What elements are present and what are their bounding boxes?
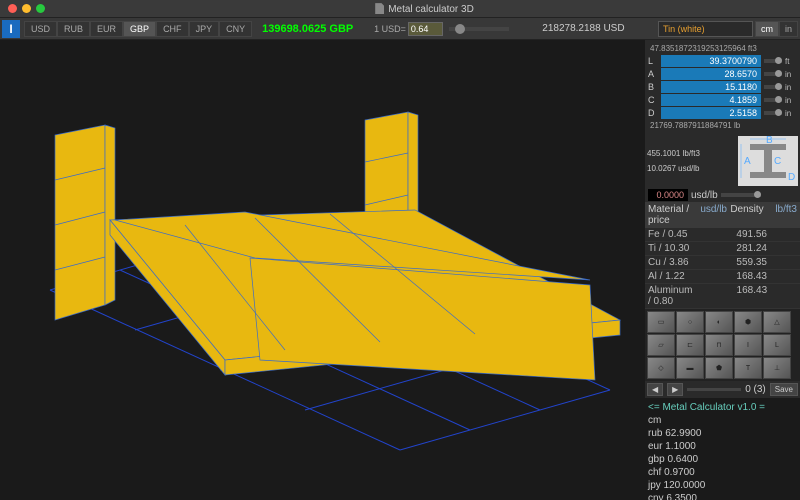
volume-display: 47.8351872319253125964 ft3 (648, 43, 797, 54)
log-rate-line: gbp 0.6400 (648, 453, 797, 466)
currency-tab-usd[interactable]: USD (24, 21, 57, 37)
rate-slider[interactable] (449, 27, 509, 31)
currency-tab-cny[interactable]: CNY (219, 21, 252, 37)
unit-tabs: cmin (755, 21, 798, 37)
window-title: Metal calculator 3D (57, 3, 792, 15)
dim-unit: in (785, 70, 797, 79)
shape-button-10[interactable]: ◇ (647, 357, 675, 379)
minimize-icon[interactable] (22, 4, 31, 13)
rate-input[interactable] (408, 22, 443, 36)
shape-button-4[interactable]: △ (763, 311, 791, 333)
svg-text:D: D (788, 172, 795, 183)
material-row[interactable]: Cu / 3.86559.35 (645, 256, 800, 270)
viewport-3d[interactable] (0, 40, 645, 500)
log-rate-line: chf 0.9700 (648, 466, 797, 479)
shape-button-7[interactable]: ⊓ (705, 334, 733, 356)
unit-tab-cm[interactable]: cm (755, 21, 779, 37)
material-row[interactable]: Al / 1.22168.43 (645, 270, 800, 284)
log-rate-line: eur 1.1000 (648, 440, 797, 453)
cost-input[interactable]: 0.0000 (648, 189, 688, 201)
dim-row-b: B15.1180 in (648, 81, 797, 93)
shape-button-3[interactable]: ⬢ (734, 311, 762, 333)
unit-tab-in[interactable]: in (779, 21, 798, 37)
prev-button[interactable]: ◀ (647, 383, 663, 396)
material-table[interactable]: Fe / 0.45491.56Ti / 10.30281.24Cu / 3.86… (645, 228, 800, 309)
dim-row-d: D2.5158 in (648, 107, 797, 119)
dim-label: C (648, 95, 658, 105)
shape-button-12[interactable]: ⬟ (705, 357, 733, 379)
shape-button-1[interactable]: ○ (676, 311, 704, 333)
material-select[interactable]: Tin (white) (658, 21, 753, 37)
close-icon[interactable] (8, 4, 17, 13)
zoom-icon[interactable] (36, 4, 45, 13)
currency-tab-rub[interactable]: RUB (57, 21, 90, 37)
dim-row-a: A28.6570 in (648, 68, 797, 80)
log-rate-line: jpy 120.0000 (648, 479, 797, 492)
count-badge: 0 (3) (745, 384, 766, 395)
shape-palette: ▭○◐⬢△ ▱⊏⊓IL ◇▬⬟T⊥ (645, 309, 800, 381)
toolbar: I USDRUBEURGBPCHFJPYCNY 139698.0625 GBP … (0, 18, 800, 40)
dim-input-d[interactable]: 2.5158 (661, 107, 761, 119)
currency-tab-chf[interactable]: CHF (156, 21, 189, 37)
shape-button-2[interactable]: ◐ (705, 311, 733, 333)
shape-button-8[interactable]: I (734, 334, 762, 356)
document-icon (375, 3, 384, 14)
currency-tab-jpy[interactable]: JPY (189, 21, 220, 37)
app-icon: I (2, 20, 20, 38)
history-slider[interactable] (687, 388, 741, 391)
dim-input-c[interactable]: 4.1859 (661, 94, 761, 106)
currency-tabs: USDRUBEURGBPCHFJPYCNY (24, 21, 252, 37)
shape-button-11[interactable]: ▬ (676, 357, 704, 379)
title-bar: Metal calculator 3D (0, 0, 800, 18)
dim-slider-a[interactable] (764, 72, 782, 76)
dim-slider-l[interactable] (764, 59, 782, 63)
shape-button-5[interactable]: ▱ (647, 334, 675, 356)
dim-label: L (648, 56, 658, 66)
currency-tab-eur[interactable]: EUR (90, 21, 123, 37)
sidebar: 47.8351872319253125964 ft3 L39.3700790ft… (645, 40, 800, 500)
material-table-header: Material / price usd/lb Density lb/ft3 (645, 202, 800, 228)
shape-button-6[interactable]: ⊏ (676, 334, 704, 356)
rate-label: 1 USD= (374, 24, 406, 34)
next-button[interactable]: ▶ (667, 383, 683, 396)
material-row[interactable]: Ti / 10.30281.24 (645, 242, 800, 256)
dim-row-l: L39.3700790 ft (648, 55, 797, 67)
dim-unit: in (785, 96, 797, 105)
dim-label: A (648, 69, 658, 79)
svg-text:B: B (766, 136, 773, 146)
density-display: 455.1001 lb/ft3 (647, 149, 700, 158)
log-panel: <= Metal Calculator v1.0 = cm rub 62.990… (645, 398, 800, 500)
cost-unit: usd/lb (691, 190, 718, 201)
dim-row-c: C4.1859 in (648, 94, 797, 106)
profile-diagram: A B C D (738, 136, 798, 186)
cost-slider[interactable] (721, 193, 761, 197)
unit-price-display: 10.0267 usd/lb (647, 164, 700, 173)
dim-slider-d[interactable] (764, 111, 782, 115)
price-display: 139698.0625 GBP (254, 21, 364, 37)
material-row[interactable]: Fe / 0.45491.56 (645, 228, 800, 242)
dim-slider-b[interactable] (764, 85, 782, 89)
dim-label: D (648, 108, 658, 118)
dim-input-a[interactable]: 28.6570 (661, 68, 761, 80)
shape-button-9[interactable]: L (763, 334, 791, 356)
log-rate-line: cny 6.3500 (648, 492, 797, 500)
svg-text:C: C (774, 156, 781, 167)
shape-button-14[interactable]: ⊥ (763, 357, 791, 379)
save-button[interactable]: Save (770, 383, 798, 396)
material-row[interactable]: Aluminum / 0.80168.43 (645, 284, 800, 309)
shape-button-13[interactable]: T (734, 357, 762, 379)
dim-unit: in (785, 83, 797, 92)
dim-input-l[interactable]: 39.3700790 (661, 55, 761, 67)
dim-input-b[interactable]: 15.1180 (661, 81, 761, 93)
dim-unit: in (785, 109, 797, 118)
shape-button-0[interactable]: ▭ (647, 311, 675, 333)
dim-slider-c[interactable] (764, 98, 782, 102)
dim-unit: ft (785, 57, 797, 66)
svg-text:A: A (744, 156, 751, 167)
log-rate-line: rub 62.9900 (648, 427, 797, 440)
dim-label: B (648, 82, 658, 92)
usd-display: 218278.2188 USD (511, 23, 656, 34)
weight-display: 21769.7887911884791 lb (648, 120, 797, 131)
currency-tab-gbp[interactable]: GBP (123, 21, 156, 37)
